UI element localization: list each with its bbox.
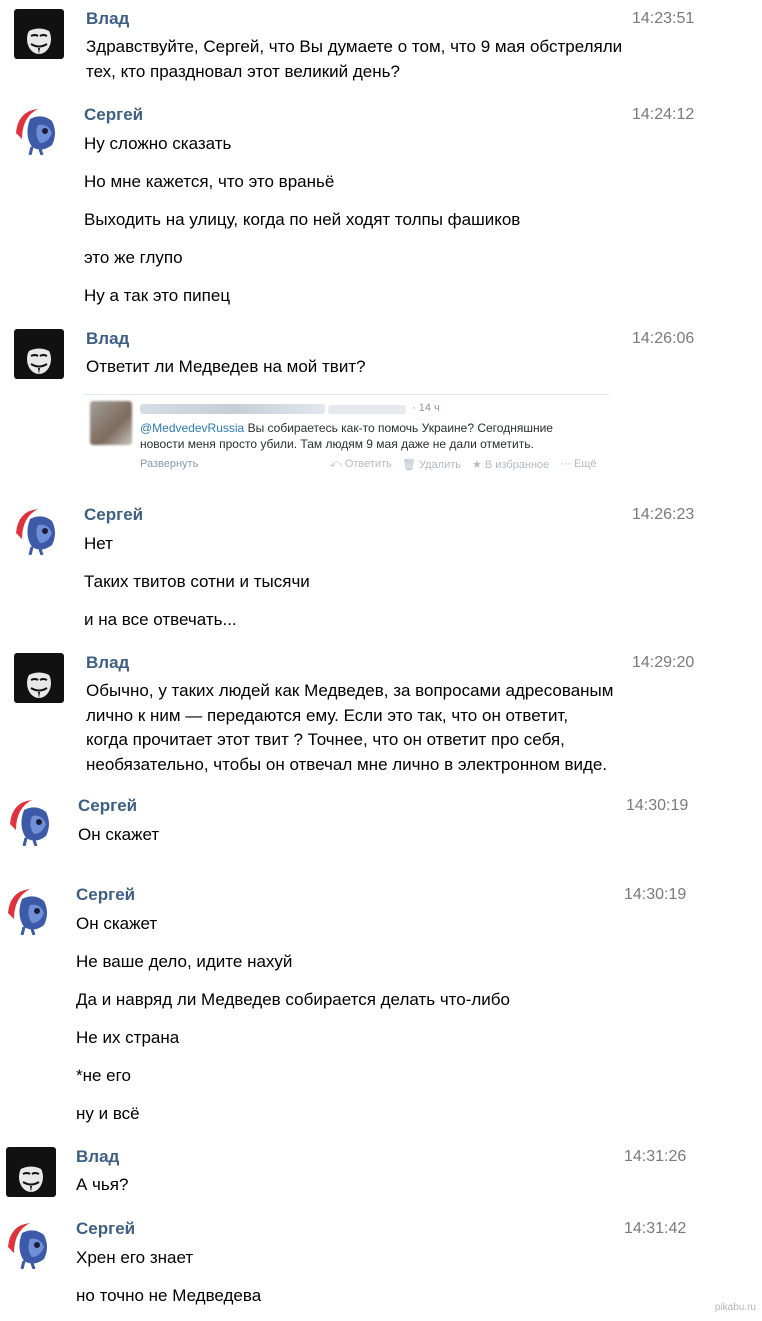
message-time: 14:23:51	[632, 10, 695, 27]
message-time: 14:31:26	[624, 1148, 687, 1165]
message-time: 14:29:20	[632, 654, 695, 671]
avatar-sergey[interactable]	[6, 796, 56, 846]
message-vlad-3: Влад 14:29:20 Обычно, у таких людей как …	[14, 653, 714, 778]
message-vlad-1: Влад 14:23:51 Здравствуйте, Сергей, что …	[14, 9, 714, 89]
watermark: pikabu.ru	[714, 1302, 756, 1313]
message-time: 14:26:06	[632, 330, 695, 347]
tweet-expand-link[interactable]: Развернуть	[140, 458, 198, 470]
tweet-attachment[interactable]: · 14 ч @MedvedevRussia Вы собираетесь ка…	[84, 394, 609, 477]
pony-icon	[12, 105, 62, 155]
message-text: Обычно, у таких людей как Медведев, за в…	[86, 681, 614, 774]
message-time: 14:24:12	[632, 106, 695, 123]
avatar-vlad[interactable]	[14, 653, 64, 703]
message-vlad-4: Влад 14:31:26 А чья?	[6, 1147, 706, 1202]
message-text: Хрен его знает но точно не Медведева	[76, 1248, 262, 1305]
message-time: 14:30:19	[624, 886, 687, 903]
guy-fawkes-mask-icon	[14, 9, 64, 59]
message-text: Здравствуйте, Сергей, что Вы думаете о т…	[86, 37, 623, 81]
sender-name[interactable]: Сергей	[76, 1219, 135, 1239]
pony-icon	[4, 885, 54, 935]
guy-fawkes-mask-icon	[6, 1147, 56, 1197]
avatar-sergey[interactable]	[12, 505, 62, 555]
sender-name[interactable]: Влад	[86, 329, 129, 349]
guy-fawkes-mask-icon	[14, 329, 64, 379]
message-text: Ответит ли Медведев на мой твит?	[86, 357, 366, 376]
tweet-author-blurred	[140, 404, 325, 414]
tweet-delete-button[interactable]: 🗑 Удалить	[402, 458, 461, 471]
avatar-vlad[interactable]	[6, 1147, 56, 1197]
message-time: 14:31:42	[624, 1220, 687, 1237]
message-sergey-4: Сергей 14:30:19 Он скажет Не ваше дело, …	[4, 885, 704, 1130]
message-sergey-2: Сергей 14:26:23 Нет Таких твитов сотни и…	[12, 505, 712, 635]
pony-icon	[12, 505, 62, 555]
tweet-handle-blurred	[328, 405, 406, 414]
sender-name[interactable]: Сергей	[84, 105, 143, 125]
tweet-avatar	[90, 401, 132, 445]
avatar-sergey[interactable]	[4, 1219, 54, 1269]
message-text: Он скажет Не ваше дело, идите нахуй Да и…	[76, 914, 510, 1123]
message-sergey-3: Сергей 14:30:19 Он скажет	[6, 796, 706, 856]
message-time: 14:26:23	[632, 506, 695, 523]
pony-icon	[6, 796, 56, 846]
sender-name[interactable]: Влад	[86, 653, 129, 673]
avatar-sergey[interactable]	[4, 885, 54, 935]
sender-name[interactable]: Сергей	[76, 885, 135, 905]
avatar-sergey[interactable]	[12, 105, 62, 155]
sender-name[interactable]: Влад	[86, 9, 129, 29]
avatar-vlad[interactable]	[14, 9, 64, 59]
tweet-text: @MedvedevRussia Вы собираетесь как-то по…	[140, 421, 553, 451]
message-sergey-5: Сергей 14:31:42 Хрен его знает но точно …	[4, 1219, 704, 1314]
tweet-favorite-button[interactable]: ★ В избранное	[472, 458, 549, 471]
tweet-more-button[interactable]: ··· Ещё	[560, 458, 597, 470]
tweet-reply-button[interactable]: ⤺ Ответить	[330, 458, 392, 471]
sender-name[interactable]: Сергей	[84, 505, 143, 525]
message-text: Нет Таких твитов сотни и тысячи и на все…	[84, 534, 310, 629]
message-sergey-1: Сергей 14:24:12 Ну сложно сказать Но мне…	[12, 105, 712, 305]
guy-fawkes-mask-icon	[14, 653, 64, 703]
tweet-time: · 14 ч	[412, 402, 440, 414]
tweet-mention[interactable]: @MedvedevRussia	[140, 421, 244, 435]
pony-icon	[4, 1219, 54, 1269]
sender-name[interactable]: Влад	[76, 1147, 119, 1167]
message-text: Он скажет	[78, 825, 160, 844]
message-vlad-2: Влад 14:26:06 Ответит ли Медведев на мой…	[14, 329, 714, 389]
message-time: 14:30:19	[626, 797, 689, 814]
message-text: А чья?	[76, 1175, 129, 1194]
message-text: Ну сложно сказать Но мне кажется, что эт…	[84, 134, 521, 305]
avatar-vlad[interactable]	[14, 329, 64, 379]
sender-name[interactable]: Сергей	[78, 796, 137, 816]
